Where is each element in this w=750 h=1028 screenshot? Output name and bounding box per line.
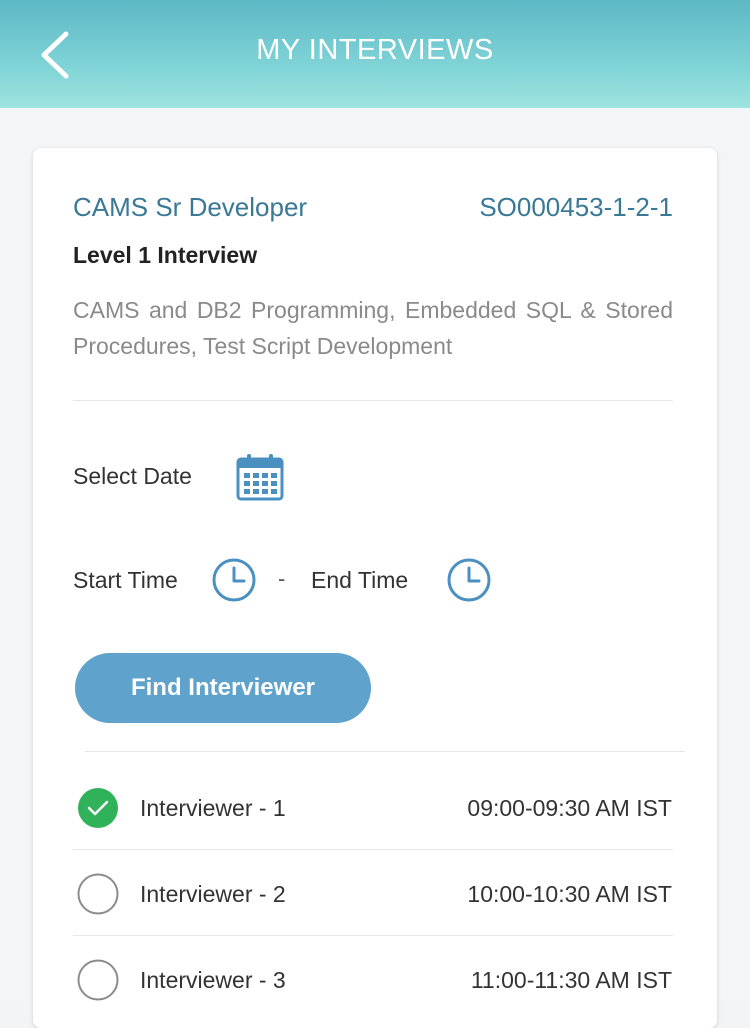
start-time-label: Start Time — [73, 567, 178, 593]
divider — [73, 400, 673, 401]
interviewer-time: 09:00-09:30 AM IST — [467, 795, 672, 821]
interviewer-row[interactable]: Interviewer - 3 11:00-11:30 AM IST — [73, 936, 677, 1022]
interviewer-name: Interviewer - 2 — [140, 881, 286, 907]
start-time-button[interactable] — [211, 557, 257, 603]
end-time-label: End Time — [311, 567, 409, 593]
find-interviewer-button[interactable]: Find Interviewer — [75, 653, 371, 723]
interviewer-name: Interviewer - 1 — [140, 795, 286, 821]
end-time-button[interactable] — [446, 557, 492, 603]
clock-icon — [447, 558, 491, 602]
page-title: MY INTERVIEWS — [256, 34, 494, 66]
interviewer-row[interactable]: Interviewer - 1 09:00-09:30 AM IST — [73, 764, 677, 850]
job-title: CAMS Sr Developer — [73, 192, 308, 222]
app-header: MY INTERVIEWS — [0, 0, 750, 108]
divider — [85, 751, 685, 752]
interviewer-row[interactable]: Interviewer - 2 10:00-10:30 AM IST — [73, 850, 677, 936]
interview-card: CAMS Sr Developer SO000453-1-2-1 Level 1… — [33, 148, 717, 1028]
interview-level: Level 1 Interview — [73, 242, 258, 268]
radio-unchecked-icon[interactable] — [77, 873, 119, 915]
clock-icon — [212, 558, 256, 602]
job-id: SO000453-1-2-1 — [479, 192, 673, 222]
time-separator: - — [278, 566, 286, 591]
skills-description: CAMS and DB2 Programming, Embedded SQL &… — [73, 297, 673, 359]
interviewer-time: 10:00-10:30 AM IST — [467, 881, 672, 907]
select-date-button[interactable] — [235, 452, 285, 502]
interviewer-name: Interviewer - 3 — [140, 967, 286, 993]
interviewer-time: 11:00-11:30 AM IST — [470, 967, 672, 993]
checked-circle-icon[interactable] — [77, 787, 119, 829]
calendar-icon — [236, 454, 284, 501]
radio-unchecked-icon[interactable] — [77, 959, 119, 1001]
select-date-label: Select Date — [73, 463, 192, 489]
